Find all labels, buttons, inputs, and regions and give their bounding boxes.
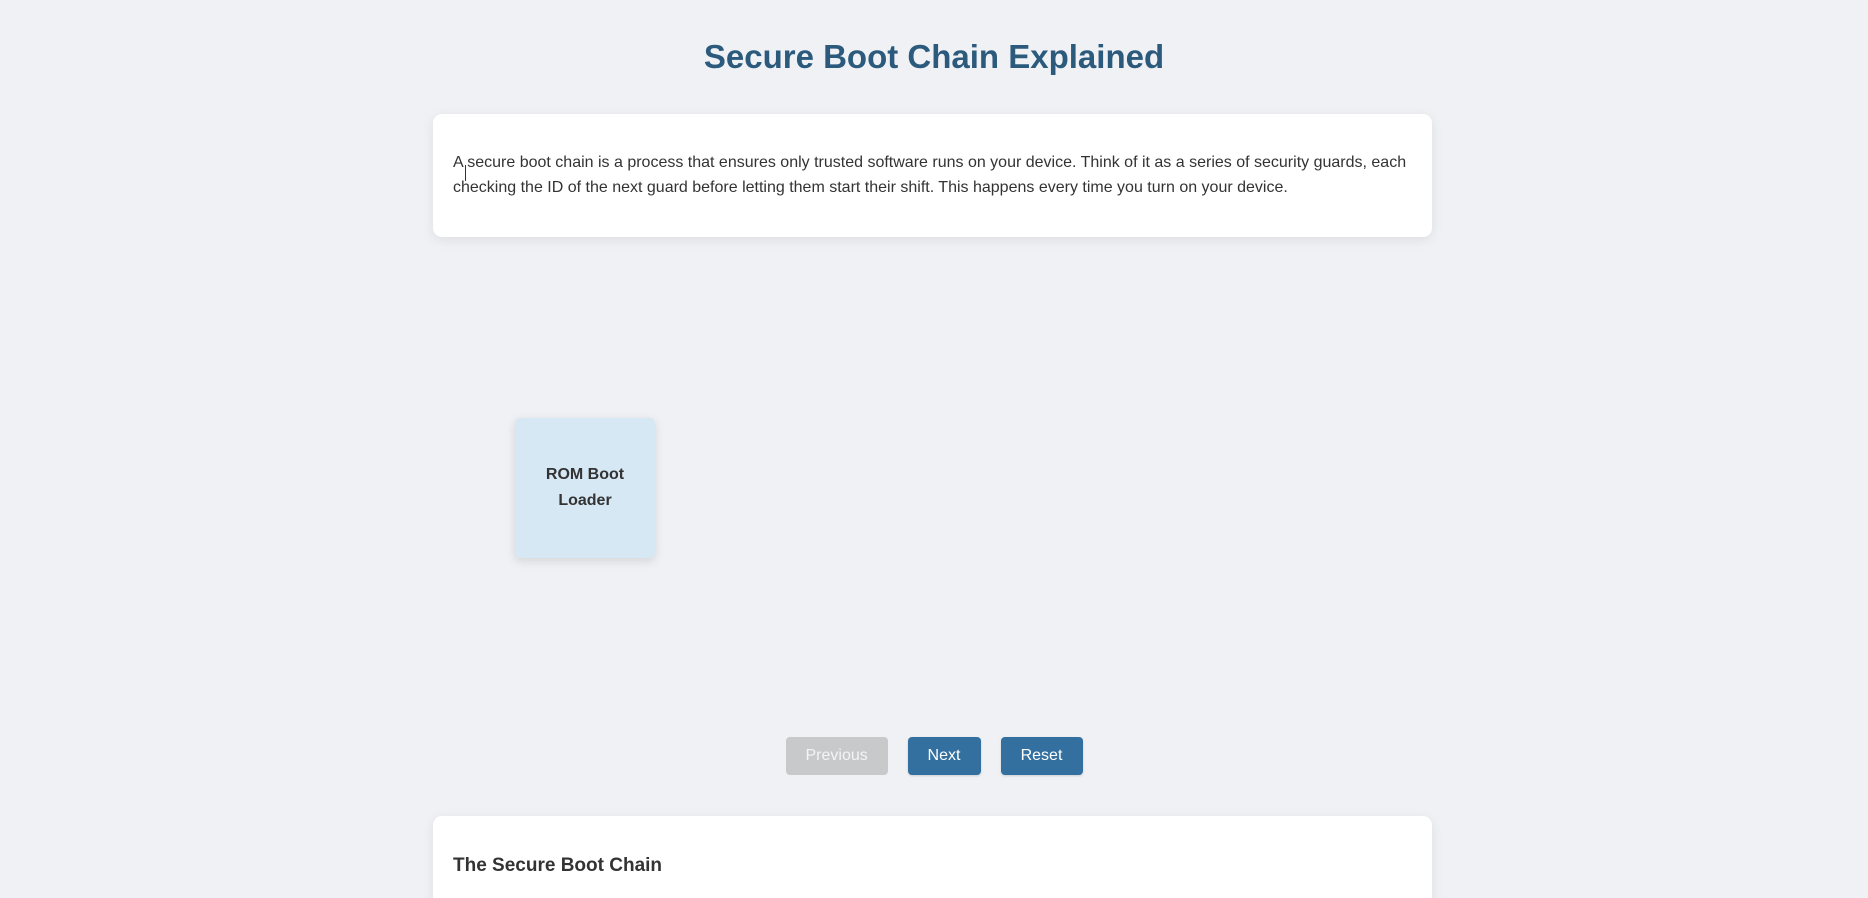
- chain-section-heading: The Secure Boot Chain: [453, 855, 663, 876]
- intro-text: A secure boot chain is a process that en…: [453, 154, 1407, 196]
- previous-button[interactable]: Previous: [785, 737, 888, 775]
- next-button[interactable]: Next: [907, 737, 981, 775]
- page-title: Secure Boot Chain Explained: [703, 38, 1165, 75]
- page: Secure Boot Chain Explained A secure boo…: [0, 0, 1868, 898]
- boot-chain-diagram: ROM Boot Loader: [433, 250, 1432, 710]
- reset-button[interactable]: Reset: [1000, 737, 1083, 775]
- intro-card: A secure boot chain is a process that en…: [433, 114, 1432, 237]
- boot-node-label: ROM Boot Loader: [545, 466, 625, 509]
- chain-section-card: The Secure Boot Chain: [433, 816, 1432, 898]
- text-cursor-icon: [465, 165, 466, 181]
- boot-node-rom-boot-loader[interactable]: ROM Boot Loader: [515, 418, 655, 558]
- step-controls: Previous Next Reset: [0, 737, 1868, 775]
